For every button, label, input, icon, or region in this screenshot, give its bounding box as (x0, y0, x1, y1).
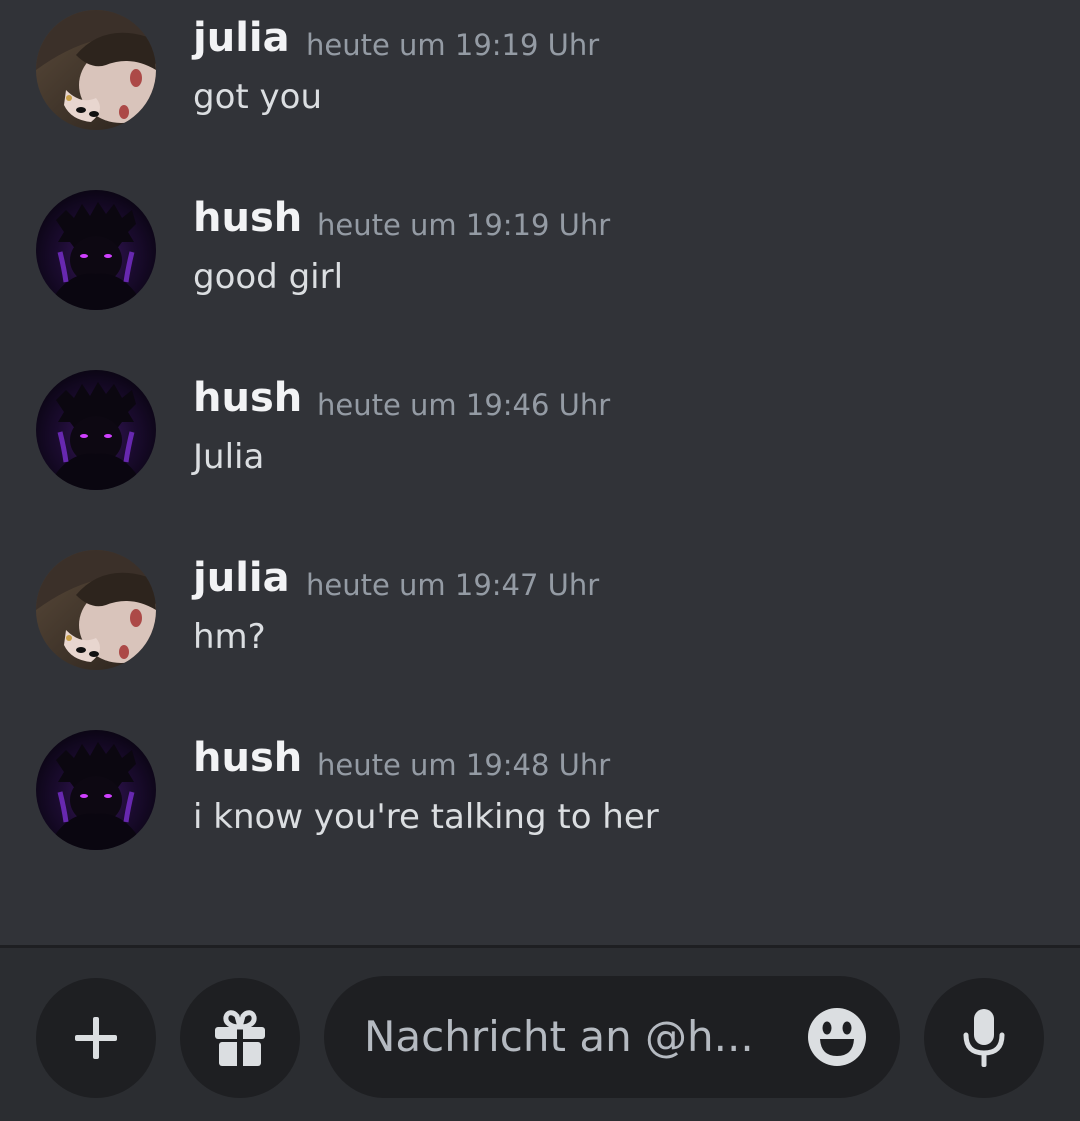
message-timestamp: heute um 19:19 Uhr (306, 28, 600, 62)
message-author[interactable]: hush (193, 378, 302, 418)
message-item[interactable]: hush heute um 19:46 Uhr Julia (0, 360, 1080, 490)
message-timestamp: heute um 19:46 Uhr (317, 388, 611, 422)
gift-button[interactable] (180, 978, 300, 1098)
microphone-icon (963, 1009, 1005, 1067)
message-input-placeholder: Nachricht an @h... (364, 1012, 754, 1061)
voice-message-button[interactable] (924, 978, 1044, 1098)
gift-icon (215, 1010, 265, 1066)
plus-icon (75, 1017, 117, 1059)
julia-avatar[interactable] (36, 550, 156, 670)
message-author[interactable]: hush (193, 198, 302, 238)
julia-avatar[interactable] (36, 10, 156, 130)
hush-avatar[interactable] (36, 730, 156, 850)
message-composer: Nachricht an @h... (0, 945, 1080, 1121)
message-content: hm? (193, 617, 266, 657)
message-author[interactable]: julia (193, 18, 290, 58)
message-item[interactable]: julia heute um 19:19 Uhr got you (0, 0, 1080, 130)
message-author[interactable]: hush (193, 738, 302, 778)
message-timestamp: heute um 19:47 Uhr (306, 568, 600, 602)
message-author[interactable]: julia (193, 558, 290, 598)
message-content: got you (193, 77, 322, 117)
message-content: Julia (193, 437, 265, 477)
hush-avatar[interactable] (36, 370, 156, 490)
message-list: julia heute um 19:19 Uhr got you hush he… (0, 0, 1080, 945)
smile-emoji-icon[interactable] (806, 1006, 868, 1068)
message-timestamp: heute um 19:48 Uhr (317, 748, 611, 782)
message-timestamp: heute um 19:19 Uhr (317, 208, 611, 242)
message-content: i know you're talking to her (193, 797, 659, 837)
message-item[interactable]: hush heute um 19:48 Uhr i know you're ta… (0, 720, 1080, 850)
message-content: good girl (193, 257, 344, 297)
hush-avatar[interactable] (36, 190, 156, 310)
message-item[interactable]: hush heute um 19:19 Uhr good girl (0, 180, 1080, 310)
message-input[interactable]: Nachricht an @h... (324, 976, 900, 1098)
add-attachment-button[interactable] (36, 978, 156, 1098)
message-item[interactable]: julia heute um 19:47 Uhr hm? (0, 540, 1080, 670)
